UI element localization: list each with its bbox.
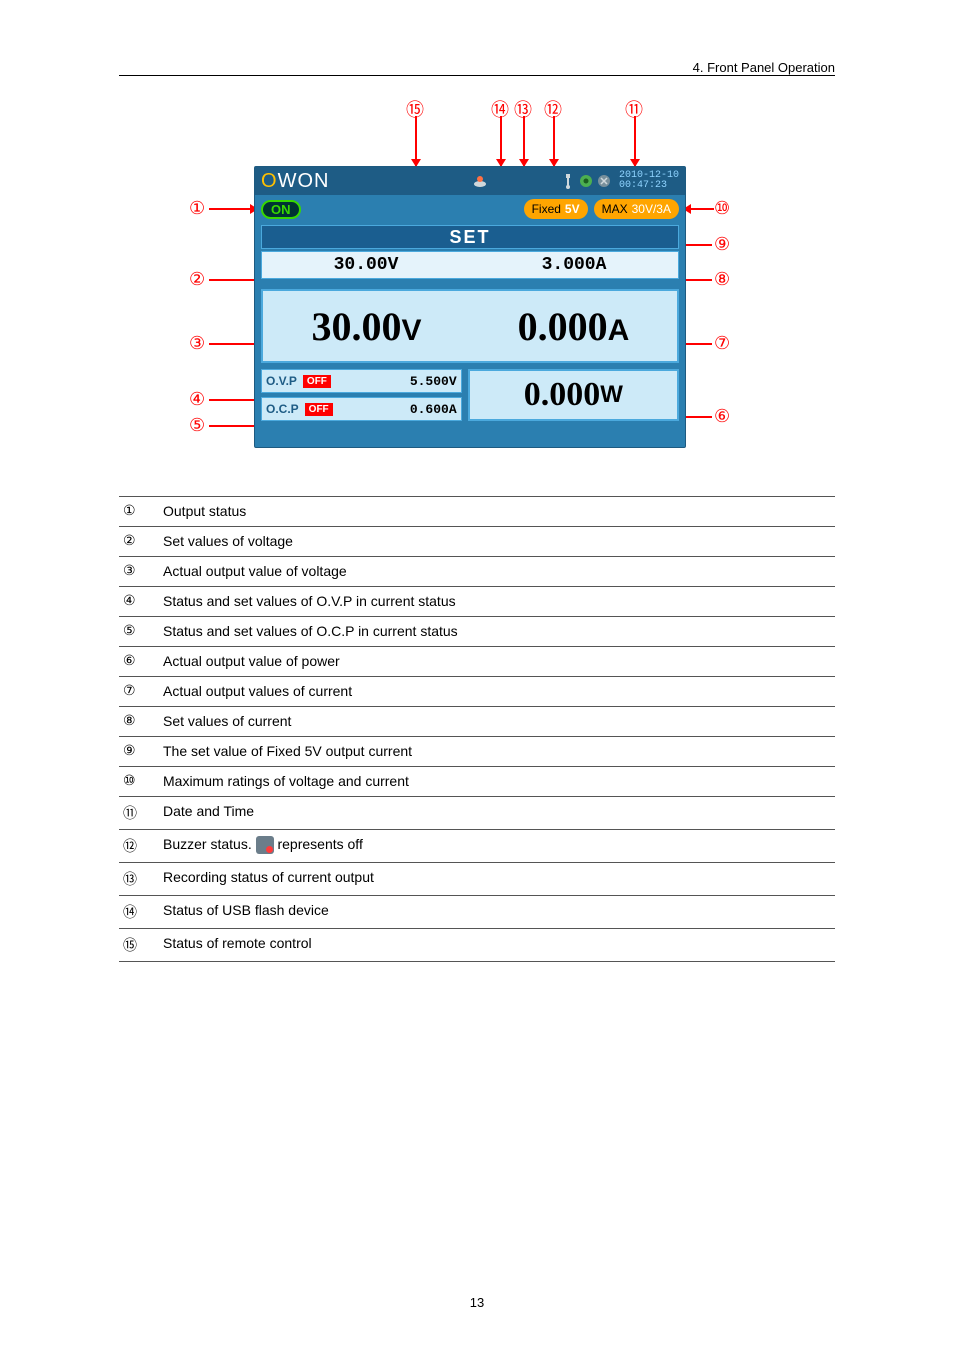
set-header: SET <box>261 225 679 249</box>
def-number: ⑨ <box>119 737 159 767</box>
def-text: Status and set values of O.C.P in curren… <box>159 617 835 647</box>
page-number: 13 <box>0 1295 954 1310</box>
arrow-11 <box>634 116 636 166</box>
def-number: ④ <box>119 587 159 617</box>
output-status-badge: ON <box>261 200 301 219</box>
output-power: 0.000W <box>468 369 679 421</box>
set-current: 3.000A <box>470 255 678 275</box>
table-row: ⑪Date and Time <box>119 797 835 830</box>
def-number: ② <box>119 527 159 557</box>
def-text: Set values of voltage <box>159 527 835 557</box>
def-number: ① <box>119 497 159 527</box>
def-text: Status of remote control <box>159 929 835 962</box>
callout-5: ⑤ <box>189 415 205 436</box>
callout-10: ⑩ <box>714 198 730 219</box>
secondbar: ON Fixed 5V MAX 30V/3A <box>255 195 685 223</box>
table-row: ⑧Set values of current <box>119 707 835 737</box>
table-row: ⑬Recording status of current output <box>119 863 835 896</box>
def-number: ⑤ <box>119 617 159 647</box>
def-number: ⑦ <box>119 677 159 707</box>
arrow-14 <box>500 116 502 166</box>
figure-block: ⑮ ⑭ ⑬ ⑫ ⑪ ① ② ③ ④ ⑤ ⑩ ⑨ ⑧ ⑦ ⑥ <box>119 96 835 476</box>
table-row: ①Output status <box>119 497 835 527</box>
table-row: ⑦Actual output values of current <box>119 677 835 707</box>
table-row: ④Status and set values of O.V.P in curre… <box>119 587 835 617</box>
def-text: The set value of Fixed 5V output current <box>159 737 835 767</box>
table-row: ⑥Actual output value of power <box>119 647 835 677</box>
datetime: 2010-12-10 00:47:23 <box>619 171 679 191</box>
table-row: ⑭Status of USB flash device <box>119 896 835 929</box>
buzzer-icon <box>595 172 613 190</box>
def-number: ⑫ <box>119 830 159 863</box>
fixed-5v-pill: Fixed 5V <box>524 199 588 219</box>
def-text: Recording status of current output <box>159 863 835 896</box>
def-number: ⑪ <box>119 797 159 830</box>
header-rule <box>119 75 835 76</box>
remote-icon <box>471 172 489 190</box>
table-row: ⑫Buzzer status. represents off <box>119 830 835 863</box>
def-text: Maximum ratings of voltage and current <box>159 767 835 797</box>
ocp-row: O.C.P OFF 0.600A <box>261 397 462 421</box>
arrow-13 <box>523 116 525 166</box>
record-icon <box>577 172 595 190</box>
device-screen: OWON 2010-12-10 00:47:23 ON Fixed 5V <box>254 166 686 448</box>
arrow-12 <box>553 116 555 166</box>
callout-3: ③ <box>189 333 205 354</box>
table-row: ⑮Status of remote control <box>119 929 835 962</box>
def-text: Actual output value of power <box>159 647 835 677</box>
def-number: ③ <box>119 557 159 587</box>
def-text: Actual output value of voltage <box>159 557 835 587</box>
max-rating-pill: MAX 30V/3A <box>594 199 679 219</box>
table-row: ③Actual output value of voltage <box>119 557 835 587</box>
table-row: ⑨The set value of Fixed 5V output curren… <box>119 737 835 767</box>
callout-6: ⑥ <box>714 406 730 427</box>
set-values-row: 30.00V 3.000A <box>261 251 679 279</box>
callout-9: ⑨ <box>714 234 730 255</box>
buzzer-off-icon <box>256 836 274 854</box>
callout-7: ⑦ <box>714 333 730 354</box>
brand-logo: OWON <box>261 170 329 193</box>
ovp-row: O.V.P OFF 5.500V <box>261 369 462 393</box>
output-voltage: 30.00V <box>263 303 470 350</box>
def-number: ⑬ <box>119 863 159 896</box>
readout-row: 30.00V 0.000A <box>261 289 679 363</box>
set-voltage: 30.00V <box>262 255 470 275</box>
def-number: ⑮ <box>119 929 159 962</box>
def-number: ⑩ <box>119 767 159 797</box>
bottom-row: O.V.P OFF 5.500V O.C.P OFF 0.600A 0.000W <box>261 369 679 421</box>
usb-icon <box>559 172 577 190</box>
def-number: ⑥ <box>119 647 159 677</box>
def-text: Output status <box>159 497 835 527</box>
def-text: Status of USB flash device <box>159 896 835 929</box>
table-row: ⑤Status and set values of O.C.P in curre… <box>119 617 835 647</box>
callout-4: ④ <box>189 389 205 410</box>
table-row: ⑩Maximum ratings of voltage and current <box>119 767 835 797</box>
topbar: OWON 2010-12-10 00:47:23 <box>255 167 685 195</box>
callout-2: ② <box>189 269 205 290</box>
arrow-1 <box>209 208 257 210</box>
def-text: Date and Time <box>159 797 835 830</box>
output-current: 0.000A <box>470 303 677 350</box>
def-text: Buzzer status. represents off <box>159 830 835 863</box>
callout-1: ① <box>189 198 205 219</box>
definition-table: ①Output status②Set values of voltage③Act… <box>119 496 835 962</box>
def-number: ⑧ <box>119 707 159 737</box>
def-number: ⑭ <box>119 896 159 929</box>
def-text: Actual output values of current <box>159 677 835 707</box>
section-title: 4. Front Panel Operation <box>119 60 835 75</box>
def-text: Status and set values of O.V.P in curren… <box>159 587 835 617</box>
callout-8: ⑧ <box>714 269 730 290</box>
arrow-15 <box>415 116 417 166</box>
table-row: ②Set values of voltage <box>119 527 835 557</box>
arrow-10 <box>684 208 714 210</box>
def-text: Set values of current <box>159 707 835 737</box>
